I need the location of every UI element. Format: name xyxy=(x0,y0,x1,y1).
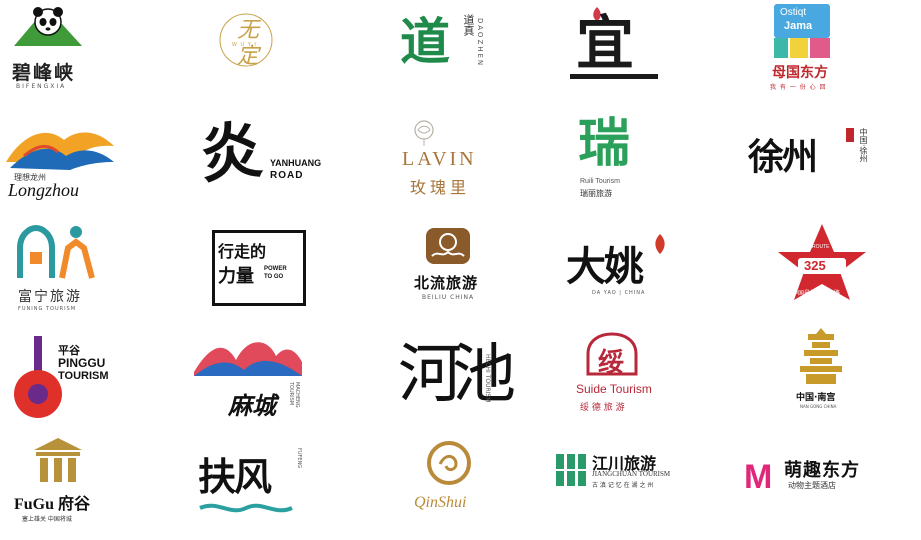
jiangchuan-en: JIANGCHUAN TOURISM xyxy=(592,470,671,478)
hechi-vert: HECHI TOURISM xyxy=(484,354,491,403)
logo-yanhuang: 炎 YANHUANG ROAD xyxy=(184,108,368,216)
jama-name: 母国东方 xyxy=(772,65,828,81)
pinggu-line2: TOURISM xyxy=(58,370,109,382)
suide-cn: 绥 德 旅 游 xyxy=(580,403,625,413)
xuzhou-glyph: 徐州 xyxy=(748,137,818,178)
funing-figures-icon xyxy=(17,224,95,279)
ruili-en: Ruili Tourism xyxy=(580,178,620,185)
logo-qinshui: QinShui xyxy=(368,432,552,540)
jiangchuan-slogan: 古 滇 记 忆 在 湖 之 州 xyxy=(592,482,654,489)
beiliu-en: BEILIU CHINA xyxy=(422,294,475,301)
logo-route325: ROUTE 325 中国最美自驾公路 xyxy=(736,216,921,324)
funing-en: FUNING TOURISM xyxy=(18,306,77,312)
jama-top: Ostiqt xyxy=(780,7,807,18)
yi-glyph: 宜 xyxy=(576,9,635,77)
route325-route: ROUTE xyxy=(812,244,830,250)
ruili-glyph: 瑞 xyxy=(578,114,631,174)
power-en1: POWER xyxy=(264,266,287,272)
logo-suide: 绥 Suide Tourism 绥 德 旅 游 xyxy=(552,324,736,432)
logo-funing: 富宁旅游 FUNING TOURISM xyxy=(0,216,184,324)
logo-xuzhou: 徐州 中国·徐州 xyxy=(736,108,921,216)
nangong-name: 中国·南宫 xyxy=(796,393,836,403)
daozhen-glyph: 道 xyxy=(400,13,450,71)
jama-block-3 xyxy=(810,38,830,58)
logo-ruili: 瑞 Ruili Tourism 瑞丽旅游 xyxy=(552,108,736,216)
macheng-mountains-icon xyxy=(194,342,302,376)
logo-mengdong: M 萌趣东方 动物主题酒店 xyxy=(736,432,921,540)
logo-pinggu: 平谷 PINGGU TOURISM xyxy=(0,324,184,432)
logo-wuyi: 无定 W U Y I xyxy=(184,0,368,108)
jiangchuan-pattern-icon xyxy=(556,454,586,486)
route325-cn: 中国最美自驾公路 xyxy=(792,290,841,297)
logo-macheng: 麻城 MACHENG TOURISM xyxy=(184,324,368,432)
dayao-glyph: 大姚 xyxy=(566,243,644,290)
qinshui-emblem-icon xyxy=(427,441,471,485)
ruili-cn: 瑞丽旅游 xyxy=(580,189,612,198)
logo-yi: 宜 xyxy=(552,0,736,108)
fufeng-vert: FUFENG xyxy=(296,448,302,469)
macheng-vert: MACHENG TOURISM xyxy=(288,382,300,408)
suide-en: Suide Tourism xyxy=(576,382,652,396)
macheng-glyph: 麻城 xyxy=(228,391,276,420)
bronze-drum-icon xyxy=(426,228,470,264)
yanhuang-line2: ROAD xyxy=(270,170,304,181)
suide-glyph: 绥 xyxy=(598,348,625,378)
xuzhou-seal xyxy=(846,128,854,142)
logo-hechi: 河池 HECHI TOURISM xyxy=(368,324,552,432)
jama-block-2 xyxy=(790,38,808,58)
xuzhou-side: 中国·徐州 xyxy=(859,128,868,163)
fufeng-glyph: 扶风 xyxy=(198,454,272,499)
fufeng-wave-icon xyxy=(199,503,293,513)
daozhen-name: 道真 xyxy=(462,14,475,36)
logo-fufeng: 扶风 FUFENG xyxy=(184,432,368,540)
bifengxia-name: 碧峰峡 xyxy=(12,62,76,84)
longzhou-script: Longzhou xyxy=(8,180,80,200)
mengdong-sub: 动物主题酒店 xyxy=(788,481,836,490)
rose-icon xyxy=(414,120,434,146)
nangong-en: NAN GONG CHINA xyxy=(800,404,837,409)
power-line2: 力量 xyxy=(218,266,254,287)
logo-dayao: 大姚 DA YAO | CHINA xyxy=(552,216,736,324)
bifengxia-pinyin: BIFENGXIA xyxy=(16,83,67,90)
jama-mid: Jama xyxy=(784,20,813,32)
wuyi-sub: W U Y I xyxy=(232,42,257,48)
qinshui-script: QinShui xyxy=(414,494,467,511)
route325-number: 325 xyxy=(804,258,826,273)
power-en2: TO GO xyxy=(264,274,284,280)
pinggu-line1: PINGGU xyxy=(58,356,106,370)
daozhen-pinyin: DAOZHEN xyxy=(476,18,484,68)
panda-mountain-icon xyxy=(14,7,82,46)
lavin-name: 玫瑰里 xyxy=(410,178,471,197)
logo-lavin: LAVIN 玫瑰里 xyxy=(368,108,552,216)
fugu-slogan: 塞上雄关 中国将城 xyxy=(22,516,72,523)
logo-power: 行走的 力量 POWER TO GO xyxy=(184,216,368,324)
logo-jiangchuan: 江川旅游 JIANGCHUAN TOURISM 古 滇 记 忆 在 湖 之 州 xyxy=(552,432,736,540)
dragon-wave-icon xyxy=(6,132,114,170)
dayao-sub: DA YAO | CHINA xyxy=(592,290,646,296)
logo-longzhou: 理想龙州 Longzhou xyxy=(0,108,184,216)
jama-slogan: 我 有 一 份 心 回 xyxy=(770,84,827,91)
fugu-name: FuGu 府谷 xyxy=(14,496,91,513)
yanhuang-line1: YANHUANG xyxy=(270,158,322,168)
logo-jama: Ostiqt Jama 母国东方 我 有 一 份 心 回 xyxy=(736,0,921,108)
beiliu-name: 北流旅游 xyxy=(414,274,479,292)
jama-block-1 xyxy=(774,38,788,58)
logo-beiliu: 北流旅游 BEILIU CHINA xyxy=(368,216,552,324)
mengdong-letter: M xyxy=(744,458,773,496)
yanhuang-glyph: 炎 xyxy=(196,112,266,193)
logo-daozhen: 道 道真 DAOZHEN xyxy=(368,0,552,108)
logo-nangong: 中国·南宫 NAN GONG CHINA xyxy=(736,324,921,432)
power-line1: 行走的 xyxy=(218,242,267,261)
funing-name: 富宁旅游 xyxy=(18,289,82,305)
logo-bifengxia: 碧峰峡 BIFENGXIA xyxy=(0,0,184,108)
yi-baseline xyxy=(570,74,658,79)
fugu-gate-icon xyxy=(34,438,82,482)
pagoda-icon xyxy=(800,328,842,384)
logo-fugu: FuGu 府谷 塞上雄关 中国将城 xyxy=(0,432,184,540)
mengdong-name: 萌趣东方 xyxy=(784,460,860,481)
logo-grid: 碧峰峡 BIFENGXIA 无定 W U Y I 道 道真 DAOZHEN 宜 … xyxy=(0,0,921,540)
lavin-word: LAVIN xyxy=(402,148,477,170)
dayao-flame-icon xyxy=(655,234,665,254)
